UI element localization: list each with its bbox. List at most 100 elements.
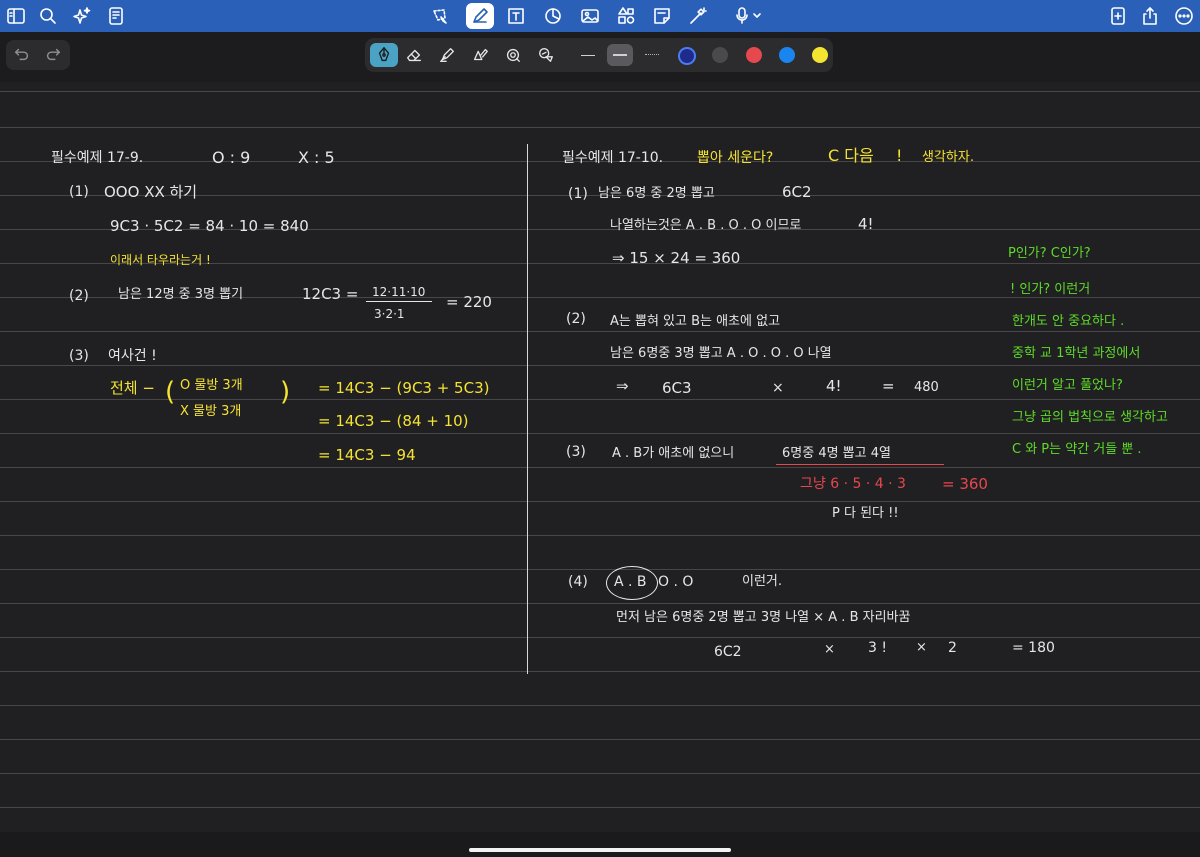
close-paren: ) [280,377,291,407]
p2-fraction-denominator: 3·2·1 [374,307,405,321]
search-icon[interactable] [36,4,60,28]
r-p1-symbol: 6C2 [782,183,812,201]
right-title: 필수예제 17-10. [562,150,664,166]
green-note-6: 그냥 곱의 법칙으로 생각하고 [1012,410,1168,425]
r-p2-number: (2) [566,311,586,327]
undo-redo-group [6,40,70,70]
p1-number: (1) [69,184,89,200]
undo-icon[interactable] [13,45,33,65]
sticker-icon[interactable] [533,43,559,67]
r-p1-line3: ⇒ 15 × 24 = 360 [612,249,741,267]
open-paren: ( [165,377,176,407]
bottom-bar [0,832,1200,857]
eraser-icon[interactable] [401,43,427,67]
left-title: 필수예제 17-9. [51,150,144,166]
text-box-icon[interactable] [504,4,528,28]
r-p3-red-right: = 360 [942,475,988,493]
r-p3-red-left: 그냥 6 · 5 · 4 · 3 [800,476,906,492]
sticky-note-icon[interactable] [650,4,674,28]
r-p1-number: (1) [568,186,588,202]
more-icon[interactable] [1172,4,1196,28]
r-p4-number: (4) [568,574,588,590]
r-p2-line2: 남은 6명중 3명 뽑고 A . O . O . O 나열 [610,346,832,361]
r-p2-times: × [772,380,784,396]
p3-number: (3) [69,348,89,364]
r-p3-number: (3) [566,444,586,460]
fraction-bar [366,301,432,302]
p2-fraction-numerator: 12·11·10 [372,285,426,299]
r-p1-line2: 나열하는것은 A . B . O . O 이므로 [610,218,802,233]
eq3: = 14C3 − 94 [318,446,416,464]
right-title-mark: ! [896,146,903,165]
p3-label: 전체 − [110,379,155,397]
pen-icon[interactable] [466,3,494,29]
sparkle-icon[interactable] [70,4,94,28]
case1: O 물방 3개 [180,378,243,393]
lasso-select-icon[interactable] [500,43,526,67]
case2: X 물방 3개 [180,404,242,419]
new-page-icon[interactable] [1106,4,1130,28]
right-title-end: 생각하자. [922,150,974,165]
r-p2-factorial: 4! [826,377,842,395]
red-underline [776,464,944,465]
r-p4-after: 이런거. [742,574,783,589]
green-note-5: 이런거 알고 풀었나? [1012,378,1123,393]
green-note-4: 중학 교 1학년 과정에서 [1012,346,1141,361]
r-p3-note: P 다 된다 !! [832,506,899,521]
r-p2-equals: = [882,377,895,395]
color-red-swatch[interactable] [746,47,762,63]
stroke-thin[interactable] [575,44,601,66]
stroke-dotted[interactable] [639,44,665,66]
o-ratio: O : 9 [212,148,251,167]
p1-text: OOO XX 하기 [104,183,198,201]
shapes-icon[interactable] [541,4,565,28]
r-p4-times2: × [916,640,927,655]
green-note-2: ! 인가? 이런거 [1010,282,1091,297]
r-p3-text: A . B가 애초에 없으니 [612,446,735,461]
eq2: = 14C3 − (84 + 10) [318,412,469,430]
color-gray-swatch[interactable] [712,47,728,63]
magic-wand-icon[interactable] [686,4,710,28]
r-p4-factorial: 3 ! [868,640,887,656]
r-p4-line2: 먼저 남은 6명중 2명 뽑고 3명 나열 × A . B 자리바꿈 [616,610,911,625]
redo-icon[interactable] [44,45,64,65]
green-note-1: P인가? C인가? [1008,246,1091,261]
r-p4-rest: O . O [658,574,694,590]
document-icon[interactable] [104,4,128,28]
p2-result: = 220 [446,293,492,311]
r-p4-circled: A . B [614,574,647,590]
color-blue-swatch[interactable] [779,47,795,63]
lasso-icon[interactable] [428,4,452,28]
home-indicator[interactable] [469,848,731,852]
x-ratio: X : 5 [298,148,335,167]
wavy-underline [108,236,146,242]
eq1: = 14C3 − (9C3 + 5C3) [318,379,490,397]
p2-number: (2) [69,288,89,304]
r-p4-times1: × [824,642,835,657]
shape-pen-icon[interactable] [467,43,493,67]
green-note-3: 한개도 안 중요하다 . [1012,314,1125,329]
p1-note: 이래서 타우라는거 ! [110,253,211,267]
stroke-medium[interactable] [607,44,633,66]
r-p1-factorial: 4! [858,215,874,233]
microphone-icon[interactable] [732,4,766,28]
r-p2-text: A는 뽑혀 있고 B는 애초에 없고 [610,314,781,329]
sidebar-icon[interactable] [4,4,28,28]
r-p1-text: 남은 6명 중 2명 뽑고 [598,186,715,201]
elements-icon[interactable] [614,4,638,28]
fountain-pen-icon[interactable] [370,43,398,67]
tool-palette [365,38,833,72]
column-divider [527,144,528,674]
r-p2-result: 480 [914,380,939,395]
right-title-c: C 다음 [828,146,874,165]
share-icon[interactable] [1138,4,1162,28]
image-icon[interactable] [578,4,602,28]
p3-text: 여사건 ! [108,348,157,364]
r-p4-result: = 180 [1012,640,1055,656]
color-yellow-swatch[interactable] [812,47,828,63]
right-title-question: 뽑아 세운다? [697,150,774,166]
top-toolbar [0,0,1200,32]
color-navy-swatch[interactable] [678,47,696,65]
highlighter-icon[interactable] [434,43,460,67]
p2-text: 남은 12명 중 3명 뽑기 [118,287,244,302]
